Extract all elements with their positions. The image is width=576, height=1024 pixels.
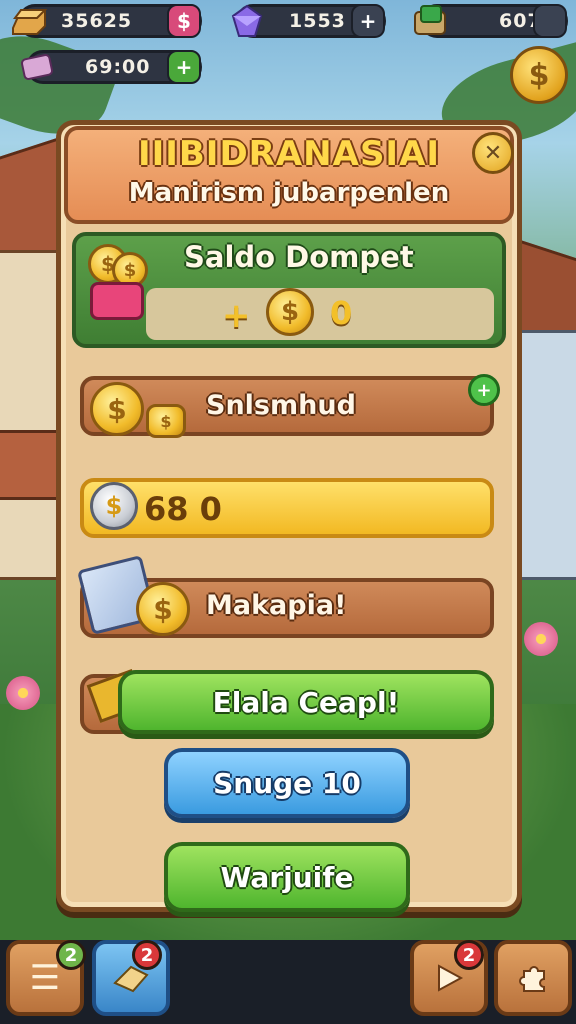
dollar-sign-icon: $ bbox=[177, 9, 191, 33]
wallet-balance-value: 0 bbox=[330, 294, 353, 332]
wallet-label: Saldo Dompet bbox=[184, 240, 414, 274]
scroll-counter: 69:00 + bbox=[20, 50, 202, 84]
claim-button-label: Elala Ceapl! bbox=[212, 685, 400, 719]
notification-badge: 2 bbox=[454, 940, 484, 970]
flower bbox=[6, 676, 40, 710]
panel-subtitle: Manirism jubarpenlen bbox=[128, 178, 450, 208]
spin-button-label: Snuge 10 bbox=[213, 766, 361, 800]
close-button[interactable]: ✕ bbox=[472, 132, 514, 174]
gem-icon bbox=[225, 0, 269, 43]
plus-icon: + bbox=[175, 55, 193, 79]
balance-row-value: 68 0 bbox=[144, 490, 222, 528]
house-right bbox=[516, 330, 576, 580]
confirm-button-label: Warjuife bbox=[220, 860, 354, 894]
plus-icon: + bbox=[222, 296, 251, 336]
bottom-nav bbox=[0, 940, 576, 1024]
ticket-counter: 607 bbox=[414, 4, 568, 38]
silver-coin-icon: $ bbox=[90, 482, 138, 530]
earn-row-label: Snlsmhud bbox=[206, 390, 356, 421]
dollar-coin-icon: $ bbox=[90, 382, 144, 436]
coin-stack-icon: $ bbox=[146, 404, 186, 438]
dollar-coin-icon: $ bbox=[266, 288, 314, 336]
gold-bar-icon bbox=[7, 0, 51, 43]
gold-counter-value: 35625 bbox=[61, 10, 133, 32]
flower bbox=[524, 622, 558, 656]
scroll-counter-value: 69:00 bbox=[85, 56, 151, 78]
puzzle-icon bbox=[519, 966, 545, 992]
close-icon: ✕ bbox=[483, 140, 503, 166]
panel-title: IIIBIDRANASIAI bbox=[137, 134, 441, 174]
gift-ribbon-icon bbox=[90, 282, 144, 320]
scroll-add-button[interactable]: + bbox=[167, 50, 201, 84]
gem-counter-value: 1553 bbox=[289, 10, 346, 32]
ticket-add-button[interactable] bbox=[533, 4, 567, 38]
gold-counter: 35625 $ bbox=[12, 4, 202, 38]
topup-row-label: Makapia! bbox=[206, 590, 347, 621]
dollar-coin-icon: $ bbox=[136, 582, 190, 636]
coin-shop-button[interactable]: $ bbox=[510, 46, 568, 104]
balance-row bbox=[80, 478, 494, 538]
confirm-button[interactable]: Warjuife bbox=[164, 842, 410, 912]
gold-add-button[interactable]: $ bbox=[167, 4, 201, 38]
claim-button[interactable]: Elala Ceapl! bbox=[118, 670, 494, 734]
gem-add-button[interactable]: + bbox=[351, 4, 385, 38]
notification-badge: 2 bbox=[132, 940, 162, 970]
earn-add-button[interactable]: + bbox=[468, 374, 500, 406]
plus-icon: + bbox=[359, 9, 377, 33]
notification-badge: 2 bbox=[56, 940, 86, 970]
spin-button[interactable]: Snuge 10 bbox=[164, 748, 410, 818]
scroll-icon bbox=[15, 45, 59, 89]
menu-icon: ☰ bbox=[29, 958, 61, 998]
wallet-balance-field bbox=[146, 288, 494, 340]
dollar-coin-icon: $ bbox=[528, 57, 550, 93]
puzzle-button[interactable] bbox=[494, 940, 572, 1016]
plus-icon: + bbox=[476, 379, 492, 401]
ticket-icon bbox=[409, 0, 453, 43]
gem-counter: 1553 + bbox=[231, 4, 386, 38]
